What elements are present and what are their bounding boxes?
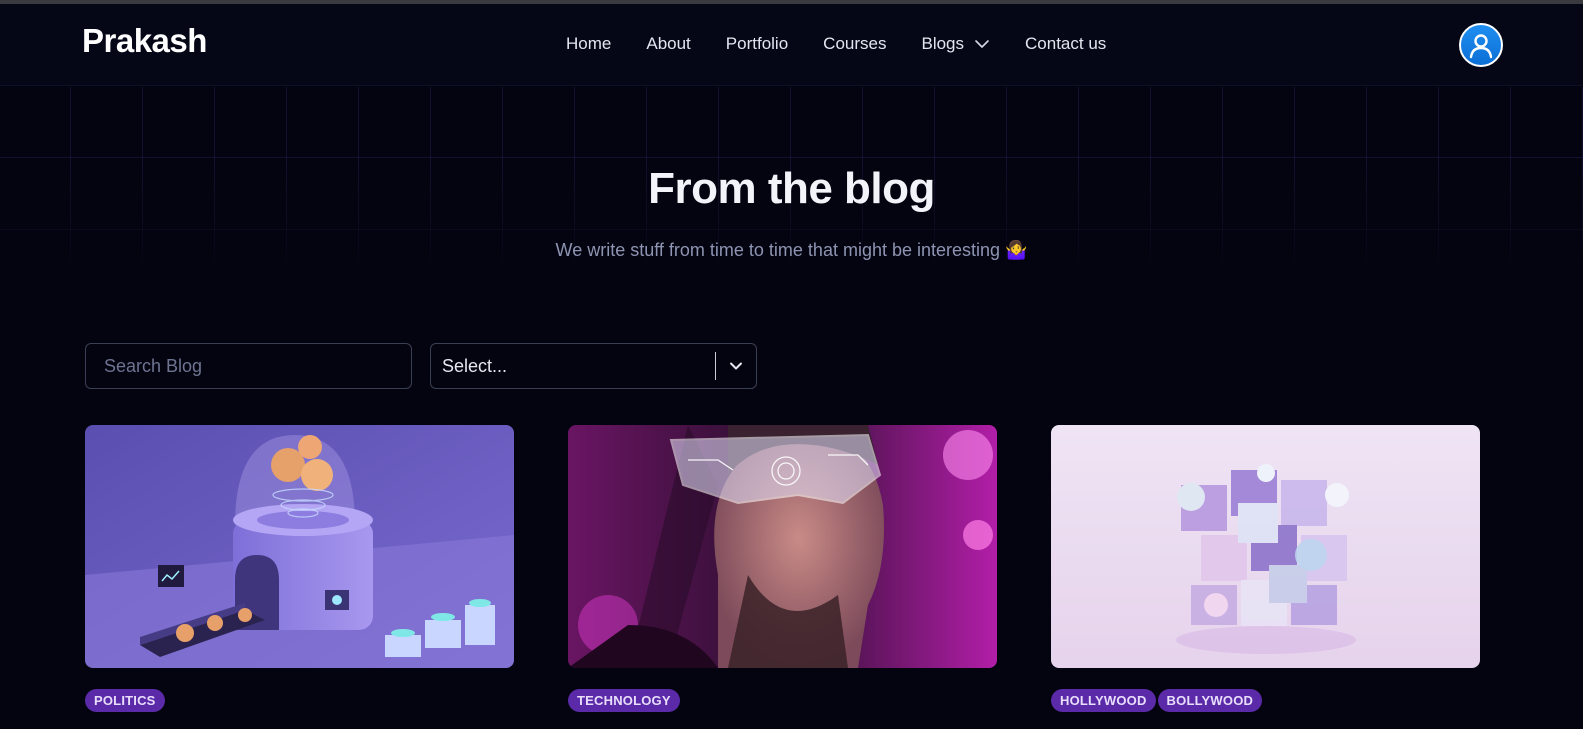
post-tags: HOLLYWOOD BOLLYWOOD — [1051, 689, 1264, 712]
user-icon — [1469, 34, 1493, 59]
nav-about-label: About — [646, 34, 691, 53]
nav-blogs-label: Blogs — [921, 34, 965, 53]
brand-logo[interactable]: Prakash — [82, 22, 207, 60]
crypto-machine-illustration — [85, 425, 514, 668]
page-title: From the blog — [648, 164, 935, 213]
nav-contact[interactable]: Contact us — [1025, 34, 1106, 54]
category-select[interactable]: Select... — [430, 343, 757, 389]
post-tags: TECHNOLOGY — [568, 689, 682, 712]
page-subtitle: We write stuff from time to time that mi… — [555, 240, 1028, 260]
select-value: Select... — [442, 355, 508, 376]
nav-blogs[interactable]: Blogs — [921, 34, 990, 54]
tag-badge[interactable]: BOLLYWOOD — [1157, 689, 1263, 712]
site-header: Prakash Home About Portfolio Courses Blo… — [0, 4, 1583, 86]
tag-badge[interactable]: POLITICS — [85, 689, 165, 712]
chevron-down-icon — [975, 40, 989, 48]
post-tags: POLITICS — [85, 689, 167, 712]
nav-about[interactable]: About — [646, 34, 690, 54]
nav-courses[interactable]: Courses — [823, 34, 886, 54]
search-input[interactable] — [85, 343, 412, 389]
man-with-futuristic-glasses — [568, 425, 997, 668]
select-chevron[interactable] — [716, 359, 756, 373]
blog-card-image[interactable] — [1051, 425, 1480, 668]
nav-home[interactable]: Home — [566, 34, 611, 54]
nav-contact-label: Contact us — [1025, 34, 1107, 53]
nav-portfolio[interactable]: Portfolio — [726, 34, 788, 54]
chevron-down-icon — [730, 362, 742, 370]
profile-avatar-button[interactable] — [1459, 23, 1503, 67]
blog-card-image[interactable] — [568, 425, 997, 668]
nav-courses-label: Courses — [823, 34, 887, 53]
main-nav: Home About Portfolio Courses Blogs Conta… — [566, 34, 1106, 54]
glass-cubes-render — [1051, 425, 1480, 668]
tag-badge[interactable]: TECHNOLOGY — [568, 689, 680, 712]
tag-badge[interactable]: HOLLYWOOD — [1051, 689, 1156, 712]
nav-home-label: Home — [566, 34, 612, 53]
nav-portfolio-label: Portfolio — [725, 34, 789, 53]
blog-card-image[interactable] — [85, 425, 514, 668]
